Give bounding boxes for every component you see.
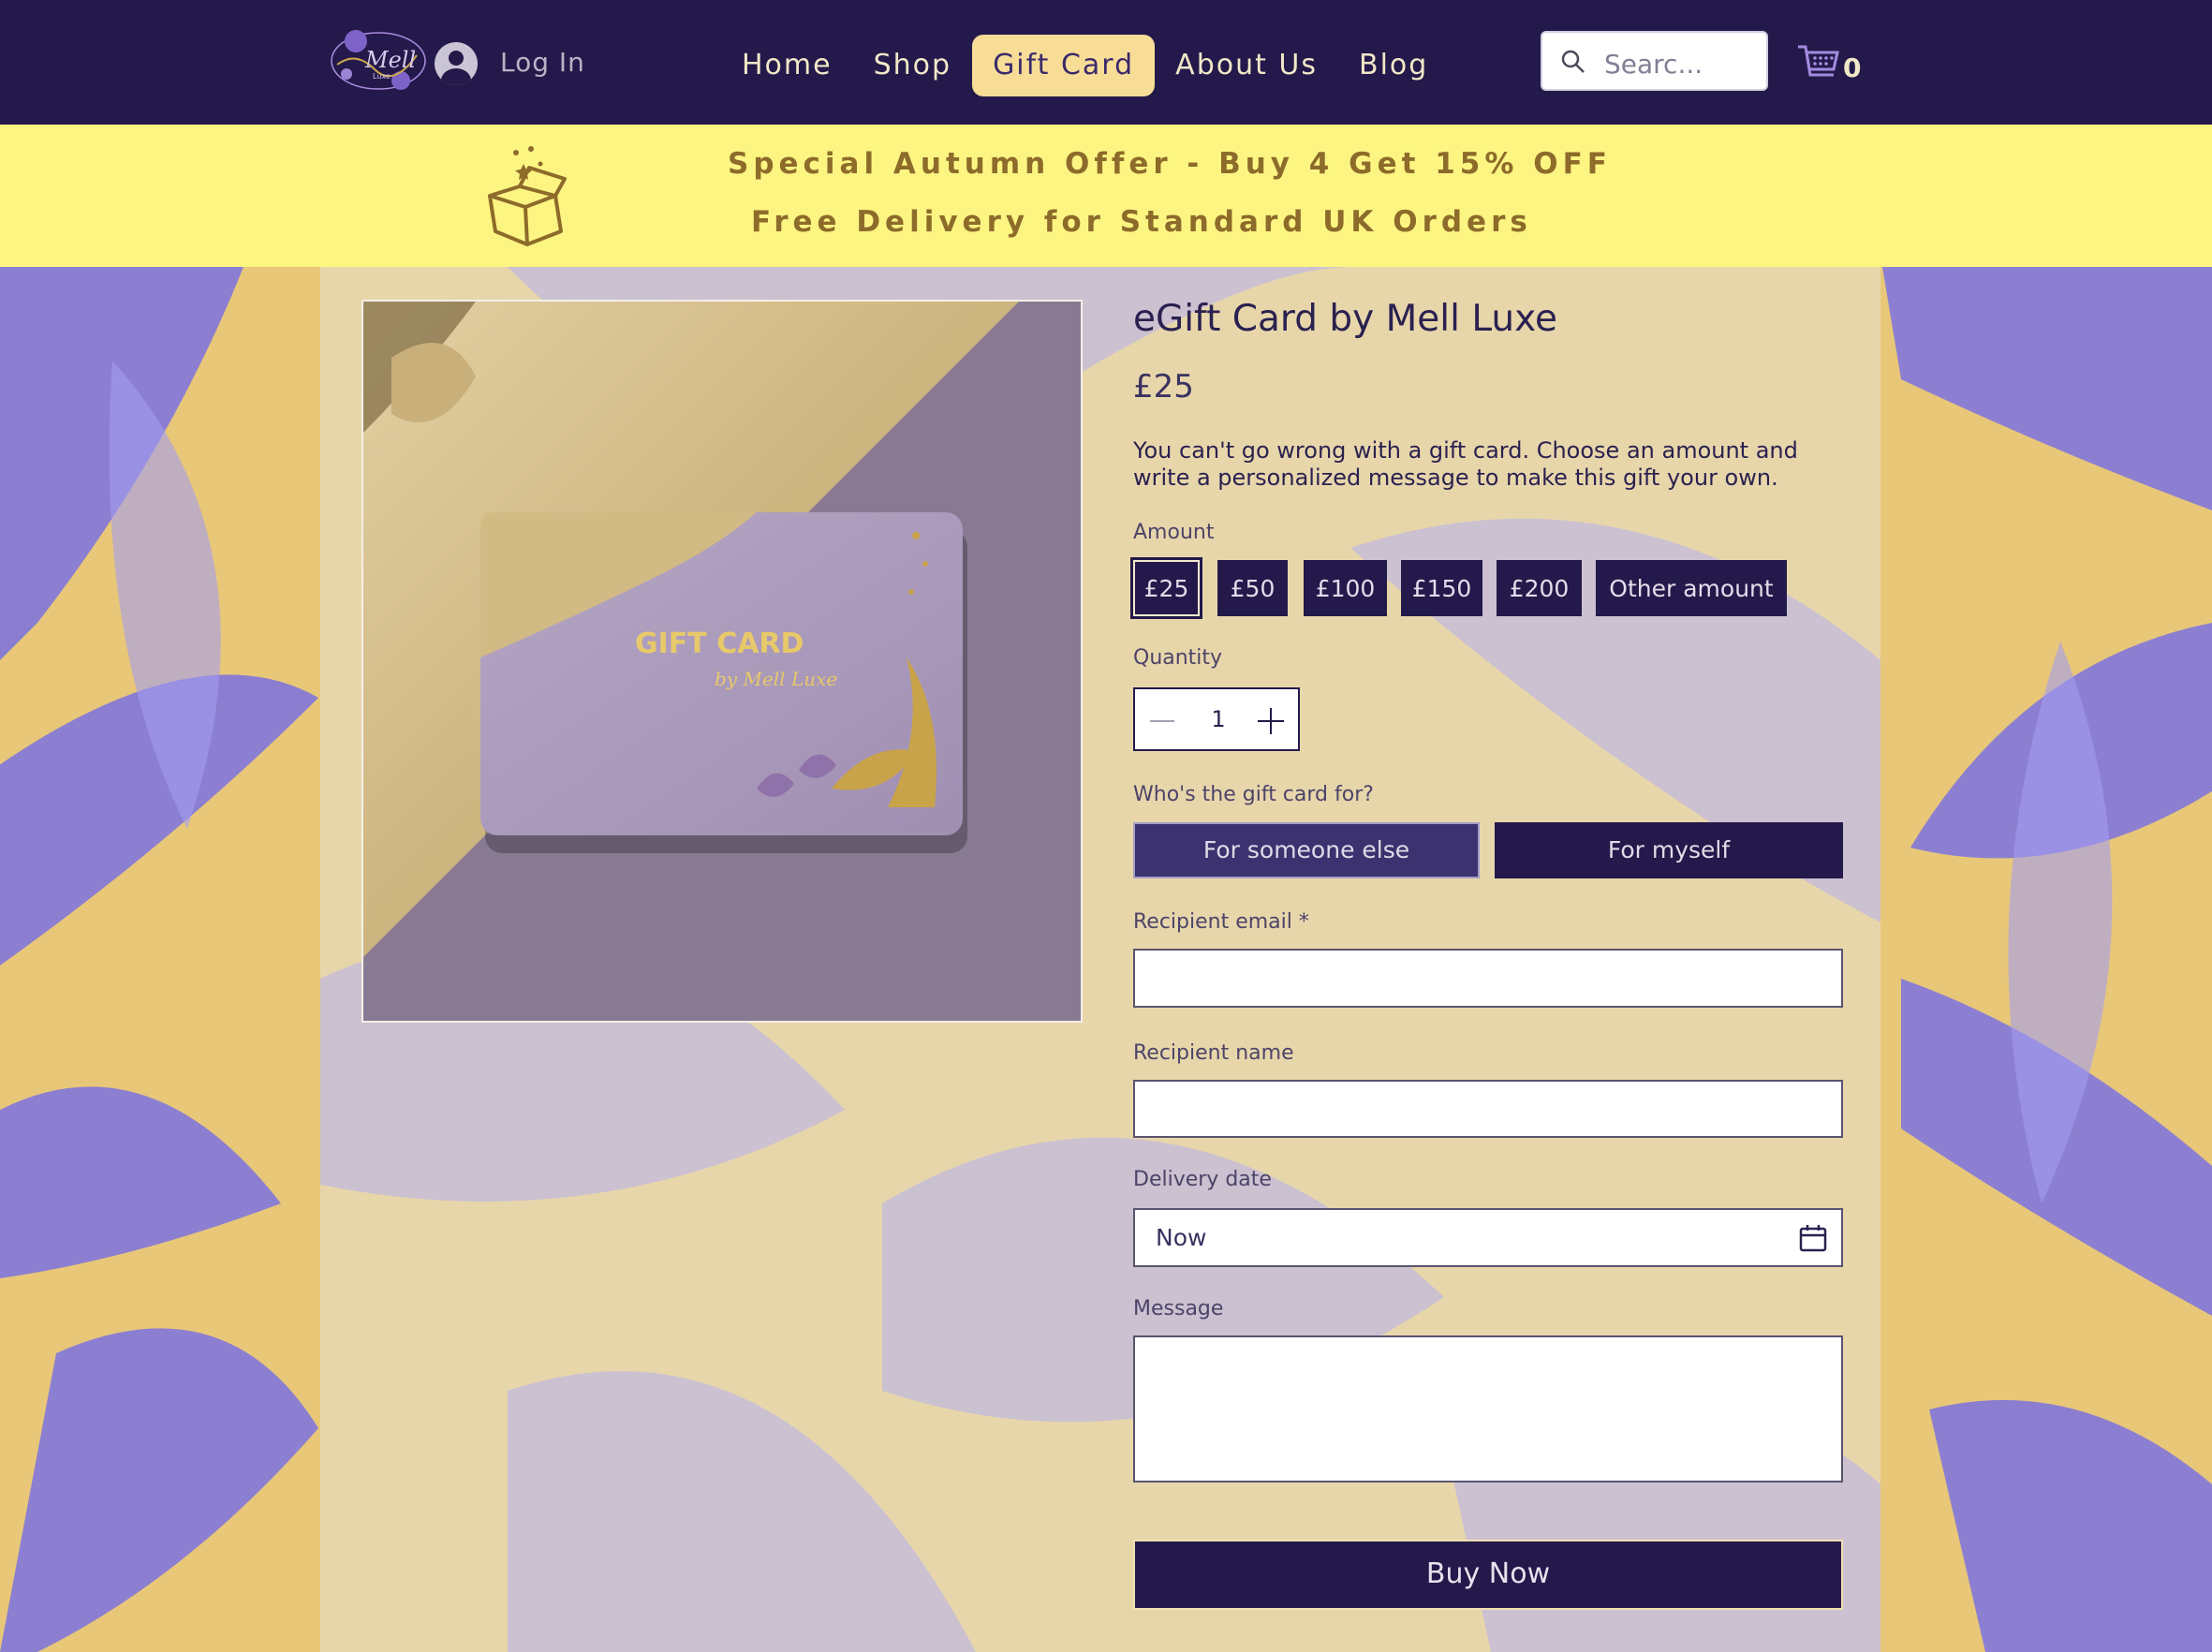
- message-field[interactable]: [1133, 1335, 1843, 1482]
- product-description: You can't go wrong with a gift card. Cho…: [1133, 437, 1798, 491]
- buy-now-button[interactable]: Buy Now: [1133, 1540, 1843, 1610]
- avatar-icon[interactable]: [435, 42, 478, 85]
- message-label: Message: [1133, 1297, 1224, 1320]
- recipient-email-label: Recipient email *: [1133, 910, 1309, 934]
- recipient-question: Who's the gift card for?: [1133, 783, 1374, 806]
- search-icon: [1561, 50, 1585, 73]
- search-box[interactable]: Searc...: [1541, 31, 1768, 91]
- for-someone-else-button[interactable]: For someone else: [1133, 822, 1480, 878]
- amount-option-other[interactable]: Other amount: [1596, 560, 1787, 616]
- delivery-date-label: Delivery date: [1133, 1168, 1272, 1191]
- amount-option-200[interactable]: £200: [1497, 560, 1582, 616]
- nav-gift-card[interactable]: Gift Card: [972, 35, 1156, 96]
- for-myself-button[interactable]: For myself: [1495, 822, 1843, 878]
- nav-home[interactable]: Home: [721, 35, 853, 96]
- nav-blog[interactable]: Blog: [1338, 35, 1449, 96]
- svg-text:Mell: Mell: [364, 47, 416, 73]
- plus-icon[interactable]: [1270, 708, 1272, 734]
- promo-banner: Special Autumn Offer - Buy 4 Get 15% OFF…: [0, 125, 2212, 267]
- calendar-icon[interactable]: [1798, 1223, 1828, 1253]
- amount-option-100[interactable]: £100: [1304, 560, 1387, 616]
- delivery-date-value: Now: [1156, 1224, 1207, 1251]
- promo-line-offer: Special Autumn Offer - Buy 4 Get 15% OFF: [728, 147, 1612, 181]
- quantity-stepper: 1: [1133, 687, 1300, 751]
- recipient-name-field[interactable]: [1133, 1080, 1843, 1138]
- main-nav: Home Shop Gift Card About Us Blog: [721, 35, 1449, 96]
- recipient-email-field[interactable]: [1133, 949, 1843, 1008]
- recipient-name-label: Recipient name: [1133, 1041, 1294, 1065]
- amount-label: Amount: [1133, 521, 1215, 544]
- nav-about-us[interactable]: About Us: [1155, 35, 1338, 96]
- cart-count[interactable]: 0: [1843, 52, 1861, 83]
- quantity-value[interactable]: 1: [1135, 706, 1302, 732]
- search-input[interactable]: Searc...: [1604, 49, 1703, 80]
- nav-shop[interactable]: Shop: [853, 35, 972, 96]
- svg-text:Luxe: Luxe: [373, 72, 391, 81]
- gift-box-icon: [488, 146, 567, 246]
- cart-icon[interactable]: [1796, 43, 1841, 81]
- login-link[interactable]: Log In: [500, 47, 585, 78]
- card-subtitle-text: by Mell Luxe: [715, 668, 837, 690]
- product-image[interactable]: GIFT CARD by Mell Luxe: [361, 300, 1083, 1023]
- brand-logo[interactable]: Mell Luxe: [328, 22, 429, 99]
- amount-option-150[interactable]: £150: [1401, 560, 1482, 616]
- delivery-date-field[interactable]: Now: [1133, 1208, 1843, 1267]
- product-title: eGift Card by Mell Luxe: [1133, 298, 1557, 340]
- site-header: Mell Luxe Log In Home Shop Gift Card Abo…: [0, 0, 2212, 125]
- product-price: £25: [1133, 368, 1194, 406]
- amount-option-50[interactable]: £50: [1217, 560, 1288, 616]
- amount-option-25[interactable]: £25: [1130, 557, 1202, 619]
- quantity-label: Quantity: [1133, 646, 1223, 670]
- card-title-text: GIFT CARD: [635, 627, 804, 660]
- promo-line-delivery: Free Delivery for Standard UK Orders: [751, 205, 1532, 239]
